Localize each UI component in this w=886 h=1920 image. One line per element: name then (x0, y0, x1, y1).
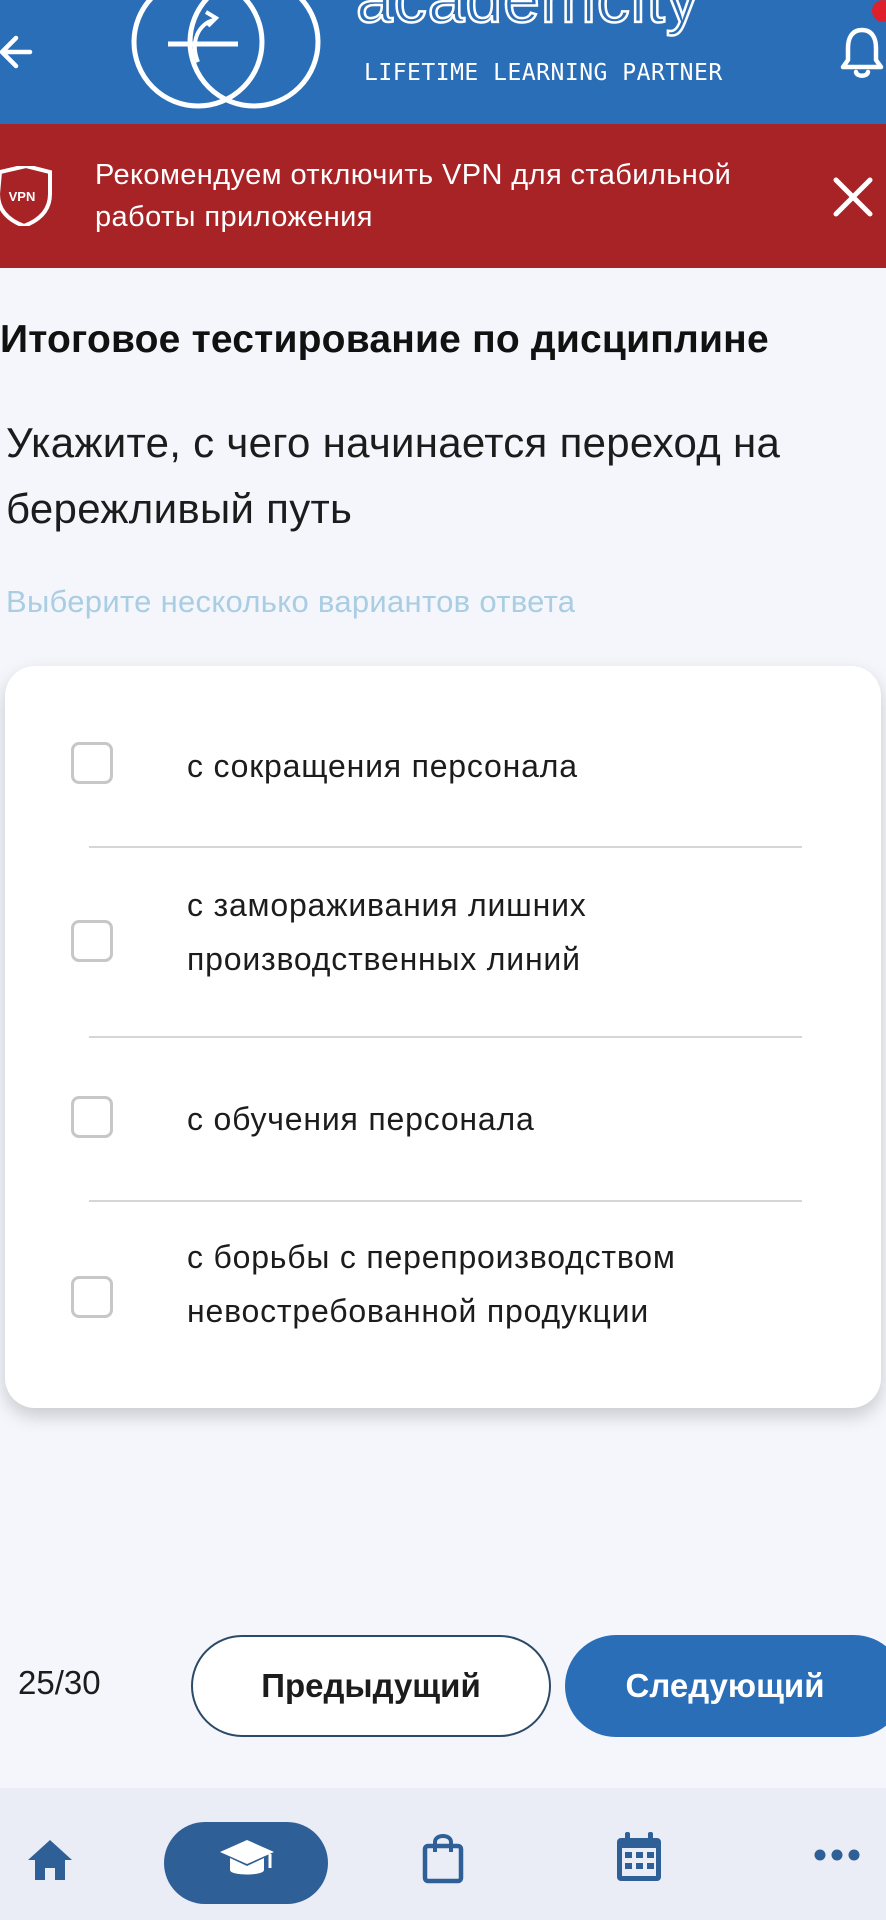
brand-name: academcity (355, 0, 700, 33)
option-label: с замораживания лишних производственных … (187, 887, 587, 977)
back-arrow-icon[interactable] (0, 28, 40, 76)
shopping-bag-icon (422, 1834, 464, 1884)
vpn-shield-icon: VPN (0, 166, 52, 226)
option-label: с борьбы с перепроизводством невостребов… (187, 1239, 676, 1329)
academcity-logo-icon (131, 0, 321, 109)
tab-home[interactable] (20, 1788, 80, 1920)
answer-option[interactable]: с сокращения персонала (5, 666, 881, 846)
notification-badge (872, 0, 886, 22)
graduation-cap-icon (220, 1840, 274, 1875)
question-text: Укажите, с чего начинается переход на бе… (6, 419, 781, 532)
home-icon (28, 1840, 72, 1880)
question-counter: 25/30 (18, 1664, 101, 1701)
vpn-badge-text: VPN (9, 189, 36, 204)
option-label: с обучения персонала (187, 1101, 535, 1137)
vpn-warning-banner: VPN Рекомендуем отключить VPN для стабил… (0, 124, 886, 268)
option-checkbox[interactable] (71, 920, 113, 962)
answer-option[interactable]: с борьбы с перепроизводством невостребов… (5, 1202, 881, 1408)
options-card: с сокращения персонала с замораживания л… (5, 666, 881, 1408)
more-dots-icon (814, 1849, 860, 1861)
bottom-tab-bar (0, 1788, 886, 1920)
test-title: Итоговое тестирование по дисциплине (0, 318, 769, 361)
calendar-icon (617, 1832, 661, 1881)
answer-hint: Выберите несколько вариантов ответа (6, 584, 576, 619)
notification-bell-icon[interactable] (838, 22, 886, 82)
option-checkbox[interactable] (71, 1096, 113, 1138)
tab-courses[interactable] (164, 1788, 328, 1920)
next-button[interactable]: Следующий (565, 1635, 886, 1737)
option-checkbox[interactable] (71, 742, 113, 784)
answer-option[interactable]: с замораживания лишних производственных … (5, 848, 881, 1036)
close-icon[interactable] (830, 174, 876, 220)
brand-tagline: LIFETIME LEARNING PARTNER (364, 60, 723, 86)
vpn-banner-text: Рекомендуем отключить VPN для стабильной… (95, 159, 732, 233)
tab-calendar[interactable] (612, 1788, 668, 1920)
answer-option[interactable]: с обучения персонала (5, 1038, 881, 1200)
option-label: с сокращения персонала (187, 748, 578, 784)
previous-button[interactable]: Предыдущий (191, 1635, 551, 1737)
app-header: academcity LIFETIME LEARNING PARTNER (0, 0, 886, 124)
tab-shop[interactable] (418, 1788, 468, 1920)
tab-more[interactable] (810, 1788, 866, 1920)
option-checkbox[interactable] (71, 1276, 113, 1318)
